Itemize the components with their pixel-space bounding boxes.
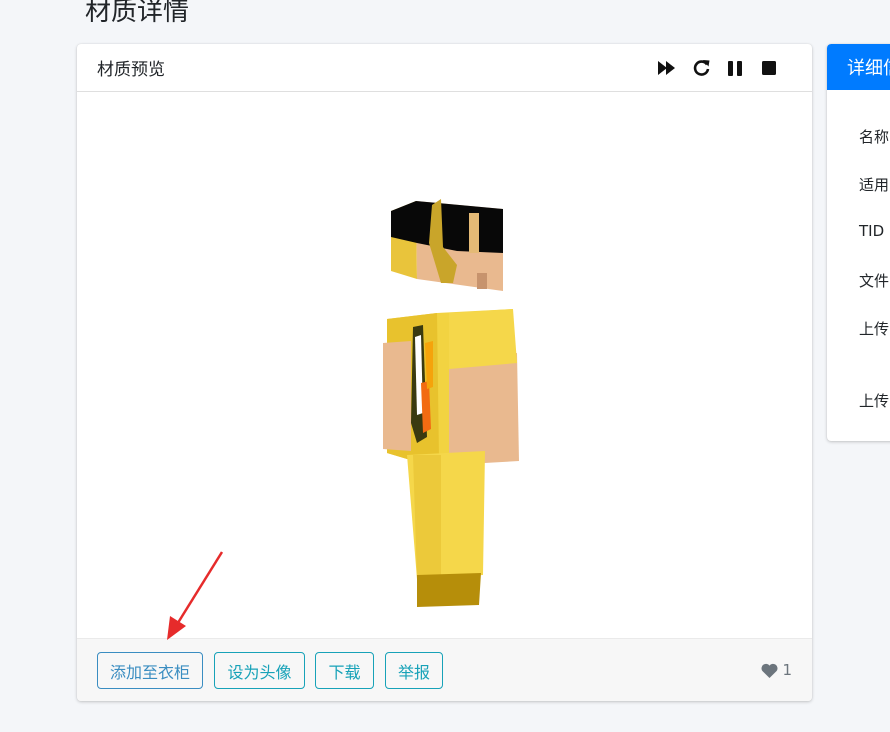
preview-title: 材质预览 xyxy=(97,60,165,80)
detail-label-name: 名称 xyxy=(859,128,890,146)
download-button[interactable]: 下载 xyxy=(315,652,374,689)
skin-model-image xyxy=(383,199,519,607)
detail-label-upload-date: 上传 xyxy=(859,392,890,410)
like-counter[interactable]: 1 xyxy=(761,661,792,679)
fast-forward-icon[interactable] xyxy=(650,59,684,77)
skin-3d-viewer[interactable] xyxy=(77,93,812,639)
details-card-header: 详细信 xyxy=(827,44,890,90)
preview-card-footer: 添加至衣柜 设为头像 下载 举报 1 xyxy=(77,638,812,701)
preview-toolbar xyxy=(650,59,786,77)
page-title: 材质详情 xyxy=(85,0,190,27)
report-button[interactable]: 举报 xyxy=(385,652,443,689)
preview-card-header: 材质预览 xyxy=(77,44,812,92)
skin-preview-card: 材质预览 添加至衣柜 设为头像 下载 举报 1 xyxy=(77,44,812,701)
rotate-icon[interactable] xyxy=(684,59,718,77)
stop-icon[interactable] xyxy=(752,59,786,77)
detail-label-file: 文件 xyxy=(859,272,890,290)
add-to-closet-button[interactable]: 添加至衣柜 xyxy=(97,652,203,689)
set-avatar-button[interactable]: 设为头像 xyxy=(214,652,305,689)
details-card: 详细信 名称 适用 TID 文件 上传 上传 xyxy=(827,44,890,441)
like-count: 1 xyxy=(782,661,792,679)
detail-label-uploader: 上传 xyxy=(859,320,890,338)
detail-label-tid: TID xyxy=(859,222,885,240)
detail-label-type: 适用 xyxy=(859,176,890,194)
pause-icon[interactable] xyxy=(718,59,752,77)
heart-icon xyxy=(761,663,778,678)
